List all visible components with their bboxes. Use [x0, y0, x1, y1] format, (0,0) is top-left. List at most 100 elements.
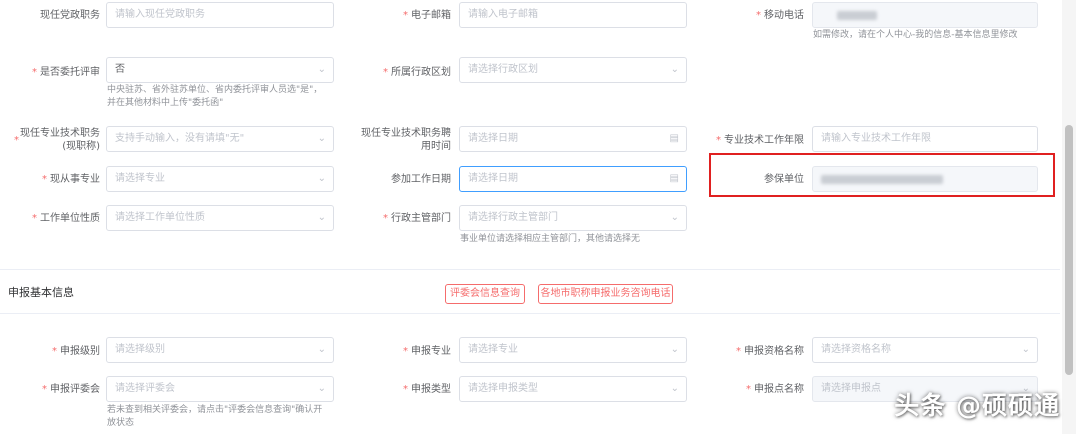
apply-qualification-label-text: 申报资格名称: [744, 346, 804, 357]
insured-unit-label: 参保单位: [764, 174, 804, 185]
mobile-input: [812, 2, 1038, 28]
current-title-label: * 现任专业技术职务 (现职称): [0, 127, 100, 153]
required-mark: *: [14, 135, 19, 146]
required-mark: *: [736, 346, 741, 357]
mobile-label: * 移动电话: [700, 9, 804, 22]
required-mark: *: [403, 346, 408, 357]
entrust-review-hint-2: 并在其他材料中上传"委托函": [107, 98, 224, 108]
placeholder-text: 请选择行政主管部门: [468, 212, 558, 223]
required-mark: *: [32, 67, 37, 78]
chevron-down-icon: ⌄: [317, 173, 326, 184]
apply-specialty-label: * 申报专业: [350, 345, 451, 358]
entrust-review-select[interactable]: 否 ⌄: [106, 57, 334, 83]
tech-work-years-label-text: 专业技术工作年限: [724, 135, 804, 146]
tech-work-years-input[interactable]: 请输入专业技术工作年限: [812, 126, 1038, 152]
apply-point-label-text: 申报点名称: [754, 384, 804, 395]
current-party-post-label: 现任党政职务: [40, 10, 100, 21]
placeholder-text: 请选择申报点: [821, 383, 881, 394]
admin-region-select[interactable]: 请选择行政区划 ⌄: [459, 57, 687, 83]
chevron-down-icon: ⌄: [317, 64, 326, 75]
apply-type-select[interactable]: 请选择申报类型 ⌄: [459, 376, 687, 402]
placeholder-text: 请输入现任党政职务: [115, 9, 205, 20]
chevron-down-icon: ⌄: [1021, 344, 1030, 355]
calendar-icon: ▤: [669, 133, 679, 144]
insured-unit-input: [812, 166, 1038, 192]
apply-type-label: * 申报类型: [350, 383, 451, 396]
work-start-date-label: 参加工作日期: [391, 174, 451, 185]
chevron-down-icon: ⌄: [317, 212, 326, 223]
current-specialty-label: * 现从事专业: [0, 173, 100, 186]
unit-nature-label: * 工作单位性质: [0, 212, 100, 225]
admin-dept-label: * 行政主管部门: [350, 212, 451, 225]
admin-dept-select[interactable]: 请选择行政主管部门 ⌄: [459, 205, 687, 231]
placeholder-text: 请选择日期: [468, 133, 518, 144]
entrust-review-hint-1: 中央驻苏、省外驻苏单位、省内委托评审人员选"是"，: [107, 85, 323, 95]
required-mark: *: [32, 213, 37, 224]
chevron-down-icon: ⌄: [317, 383, 326, 394]
current-specialty-select[interactable]: 请选择专业 ⌄: [106, 166, 334, 192]
admin-dept-label-text: 行政主管部门: [391, 213, 451, 224]
entrust-review-label-text: 是否委托评审: [40, 67, 100, 78]
apply-committee-hint-2: 放状态: [107, 418, 135, 428]
section-title: 申报基本信息: [8, 286, 74, 299]
current-party-post-input[interactable]: 请输入现任党政职务: [106, 2, 334, 28]
placeholder-text: 支持手动输入，没有请填"无": [115, 133, 245, 144]
required-mark: *: [716, 135, 721, 146]
required-mark: *: [403, 10, 408, 21]
title-appoint-date-label-line2: 用时间: [421, 141, 451, 152]
mobile-label-text: 移动电话: [764, 10, 804, 21]
admin-region-label-text: 所属行政区划: [391, 67, 451, 78]
admin-dept-hint: 事业单位请选择相应主管部门，其他请选择无: [460, 234, 641, 244]
redacted-value: [837, 11, 877, 20]
required-mark: *: [756, 10, 761, 21]
unit-nature-label-text: 工作单位性质: [40, 213, 100, 224]
chevron-down-icon: ⌄: [317, 133, 326, 144]
required-mark: *: [42, 174, 47, 185]
apply-committee-label-text: 申报评委会: [50, 384, 100, 395]
email-label: * 电子邮箱: [350, 9, 451, 22]
placeholder-text: 请选择级别: [115, 344, 165, 355]
apply-level-label-text: 申报级别: [60, 346, 100, 357]
email-input[interactable]: 请输入电子邮箱: [459, 2, 687, 28]
title-appoint-date-label-line1: 现任专业技术职务聘: [361, 128, 451, 139]
apply-specialty-select[interactable]: 请选择专业 ⌄: [459, 337, 687, 363]
work-start-date-picker[interactable]: 请选择日期 ▤: [459, 166, 687, 192]
placeholder-text: 请选择申报类型: [468, 383, 538, 394]
apply-level-select[interactable]: 请选择级别 ⌄: [106, 337, 334, 363]
chevron-down-icon: ⌄: [670, 383, 679, 394]
placeholder-text: 请选择工作单位性质: [115, 212, 205, 223]
placeholder-text: 请选择专业: [468, 344, 518, 355]
apply-committee-label: * 申报评委会: [0, 383, 100, 396]
selected-value: 否: [115, 64, 125, 75]
admin-region-label: * 所属行政区划: [350, 66, 451, 79]
placeholder-text: 请选择行政区划: [468, 64, 538, 75]
apply-qualification-label: * 申报资格名称: [700, 345, 804, 358]
unit-nature-select[interactable]: 请选择工作单位性质 ⌄: [106, 205, 334, 231]
placeholder-text: 请选择日期: [468, 173, 518, 184]
apply-level-label: * 申报级别: [0, 345, 100, 358]
apply-specialty-label-text: 申报专业: [411, 346, 451, 357]
required-mark: *: [403, 384, 408, 395]
placeholder-text: 请选择资格名称: [821, 344, 891, 355]
required-mark: *: [746, 384, 751, 395]
current-title-input[interactable]: 支持手动输入，没有请填"无" ⌄: [106, 126, 334, 152]
apply-type-label-text: 申报类型: [411, 384, 451, 395]
chevron-down-icon: ⌄: [670, 212, 679, 223]
placeholder-text: 请输入电子邮箱: [468, 9, 538, 20]
scrollbar-thumb[interactable]: [1065, 125, 1073, 375]
placeholder-text: 请选择评委会: [115, 383, 175, 394]
chevron-down-icon: ⌄: [670, 64, 679, 75]
watermark: 头条 @硕硕通: [894, 391, 1060, 420]
calendar-icon: ▤: [669, 173, 679, 184]
apply-qualification-select[interactable]: 请选择资格名称 ⌄: [812, 337, 1038, 363]
title-appoint-date-picker[interactable]: 请选择日期 ▤: [459, 126, 687, 152]
apply-committee-select[interactable]: 请选择评委会 ⌄: [106, 376, 334, 402]
redacted-value: [821, 175, 943, 184]
entrust-review-label: * 是否委托评审: [0, 66, 100, 79]
apply-point-label: * 申报点名称: [700, 383, 804, 396]
apply-committee-hint-1: 若未查到相关评委会，请点击"评委会信息查询"确认开: [107, 405, 323, 415]
consult-phone-button[interactable]: 各地市职称申报业务咨询电话: [538, 284, 673, 304]
required-mark: *: [383, 213, 388, 224]
committee-query-button[interactable]: 评委会信息查询: [445, 284, 525, 304]
current-specialty-label-text: 现从事专业: [50, 174, 100, 185]
